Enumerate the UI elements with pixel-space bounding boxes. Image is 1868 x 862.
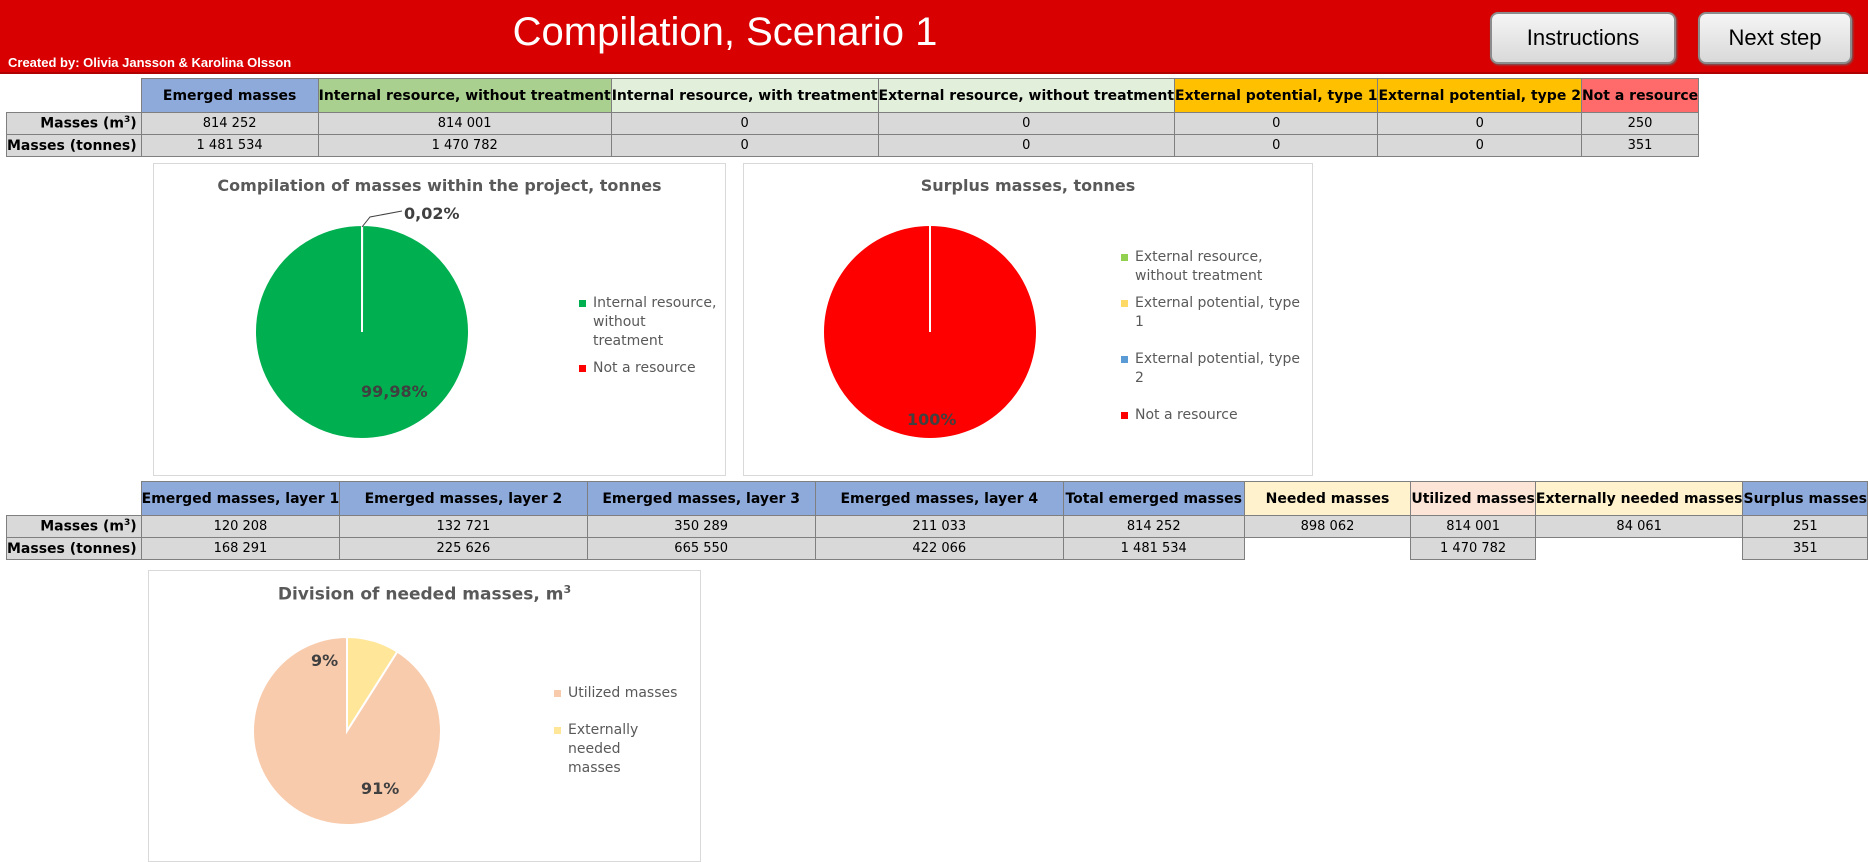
row-label-tonnes[interactable]: Masses (tonnes)	[7, 135, 142, 157]
table-cell[interactable]: 665 550	[587, 538, 815, 560]
table-cell[interactable]: 225 626	[340, 538, 587, 560]
table-header-row: Emerged masses, layer 1 Emerged masses, …	[7, 482, 1868, 516]
header-cell[interactable]: Internal resource, with treatment	[611, 79, 878, 113]
needed-masses-pie-chart[interactable]: Division of needed masses, m3 9% 91% Uti…	[148, 570, 701, 862]
instructions-button[interactable]: Instructions	[1490, 12, 1676, 64]
header-cell[interactable]: Emerged masses, layer 2	[340, 482, 587, 516]
table-cell[interactable]: 351	[1581, 135, 1698, 157]
header-cell[interactable]: Emerged masses, layer 3	[587, 482, 815, 516]
table-cell[interactable]: 1 481 534	[141, 135, 318, 157]
header-cell[interactable]: External resource, without treatment	[878, 79, 1175, 113]
chart-legend: Internal resource,without treatment Not …	[579, 294, 719, 386]
data-label: 100%	[907, 410, 956, 429]
legend-item: Utilized masses	[554, 684, 694, 703]
table-cell[interactable]: 351	[1743, 538, 1868, 560]
table-cell[interactable]: 1 470 782	[318, 135, 611, 157]
table-cell[interactable]: 0	[878, 135, 1175, 157]
header-cell[interactable]: Emerged masses, layer 1	[141, 482, 340, 516]
chart-legend: External resource,without treatment Exte…	[1121, 248, 1306, 433]
table-cell[interactable]: 0	[611, 135, 878, 157]
data-label: 99,98%	[361, 382, 428, 401]
legend-item: External potential, type 1	[1121, 294, 1306, 332]
table-cell[interactable]: 1 481 534	[1063, 538, 1244, 560]
resource-table: Emerged masses Internal resource, withou…	[6, 78, 1699, 157]
compilation-pie-chart[interactable]: Compilation of masses within the project…	[153, 163, 726, 476]
credit-text: Created by: Olivia Jansson & Karolina Ol…	[8, 55, 291, 70]
table-cell[interactable]: 814 252	[1063, 516, 1244, 538]
table-row: Masses (m3) 814 252 814 001 0 0 0 0 250	[7, 113, 1699, 135]
pie-slice[interactable]	[253, 637, 441, 825]
row-label-m3[interactable]: Masses (m3)	[7, 113, 142, 135]
empty-cell	[1535, 538, 1743, 560]
legend-item: Internal resource,without treatment	[579, 294, 719, 351]
header-cell[interactable]: External potential, type 2	[1378, 79, 1581, 113]
data-label: 91%	[361, 779, 399, 798]
header-cell[interactable]: Emerged masses	[141, 79, 318, 113]
table-cell[interactable]: 0	[1175, 113, 1378, 135]
row-label-tonnes[interactable]: Masses (tonnes)	[7, 538, 142, 560]
data-label: 9%	[311, 651, 338, 670]
table-cell[interactable]: 814 001	[318, 113, 611, 135]
table-cell[interactable]: 814 252	[141, 113, 318, 135]
table-cell[interactable]: 1 470 782	[1411, 538, 1536, 560]
header-cell[interactable]: Internal resource, without treatment	[318, 79, 611, 113]
table-cell[interactable]: 814 001	[1411, 516, 1536, 538]
row-label-m3[interactable]: Masses (m3)	[7, 516, 142, 538]
table-cell[interactable]: 0	[878, 113, 1175, 135]
table-cell[interactable]: 251	[1743, 516, 1868, 538]
table-cell[interactable]: 898 062	[1244, 516, 1411, 538]
header-cell[interactable]: Surplus masses	[1743, 482, 1868, 516]
header-cell[interactable]: Externally needed masses	[1535, 482, 1743, 516]
header-cell[interactable]: Emerged masses, layer 4	[815, 482, 1063, 516]
table-cell[interactable]: 0	[1378, 113, 1581, 135]
table-cell[interactable]: 211 033	[815, 516, 1063, 538]
legend-item: Externally neededmasses	[554, 721, 694, 778]
legend-item: External resource,without treatment	[1121, 248, 1306, 286]
header-bar: Compilation, Scenario 1 Created by: Oliv…	[0, 0, 1868, 74]
legend-item: Not a resource	[579, 359, 719, 378]
table-cell[interactable]: 422 066	[815, 538, 1063, 560]
table-cell[interactable]: 120 208	[141, 516, 340, 538]
next-step-button[interactable]: Next step	[1698, 12, 1852, 64]
surplus-pie-chart[interactable]: Surplus masses, tonnes 100% External res…	[743, 163, 1313, 476]
table-cell[interactable]: 132 721	[340, 516, 587, 538]
table-cell[interactable]: 84 061	[1535, 516, 1743, 538]
table-cell[interactable]: 0	[1378, 135, 1581, 157]
data-label: 0,02%	[404, 204, 460, 223]
header-cell[interactable]: Not a resource	[1581, 79, 1698, 113]
header-cell[interactable]: Total emerged masses	[1063, 482, 1244, 516]
legend-item: External potential, type 2	[1121, 350, 1306, 388]
table-cell[interactable]: 350 289	[587, 516, 815, 538]
table-cell[interactable]: 250	[1581, 113, 1698, 135]
table-row: Masses (tonnes) 1 481 534 1 470 782 0 0 …	[7, 135, 1699, 157]
legend-item: Not a resource	[1121, 406, 1306, 425]
table-cell[interactable]: 0	[611, 113, 878, 135]
header-cell[interactable]: Needed masses	[1244, 482, 1411, 516]
empty-cell	[1244, 538, 1411, 560]
masses-table: Emerged masses, layer 1 Emerged masses, …	[6, 481, 1868, 560]
table-cell[interactable]: 0	[1175, 135, 1378, 157]
header-cell[interactable]: Utilized masses	[1411, 482, 1536, 516]
header-cell[interactable]: External potential, type 1	[1175, 79, 1378, 113]
table-row: Masses (m3) 120 208 132 721 350 289 211 …	[7, 516, 1868, 538]
table-cell[interactable]: 168 291	[141, 538, 340, 560]
table-header-row: Emerged masses Internal resource, withou…	[7, 79, 1699, 113]
page-title: Compilation, Scenario 1	[0, 10, 1450, 55]
table-row: Masses (tonnes) 168 291 225 626 665 550 …	[7, 538, 1868, 560]
chart-legend: Utilized masses Externally neededmasses	[554, 684, 694, 786]
